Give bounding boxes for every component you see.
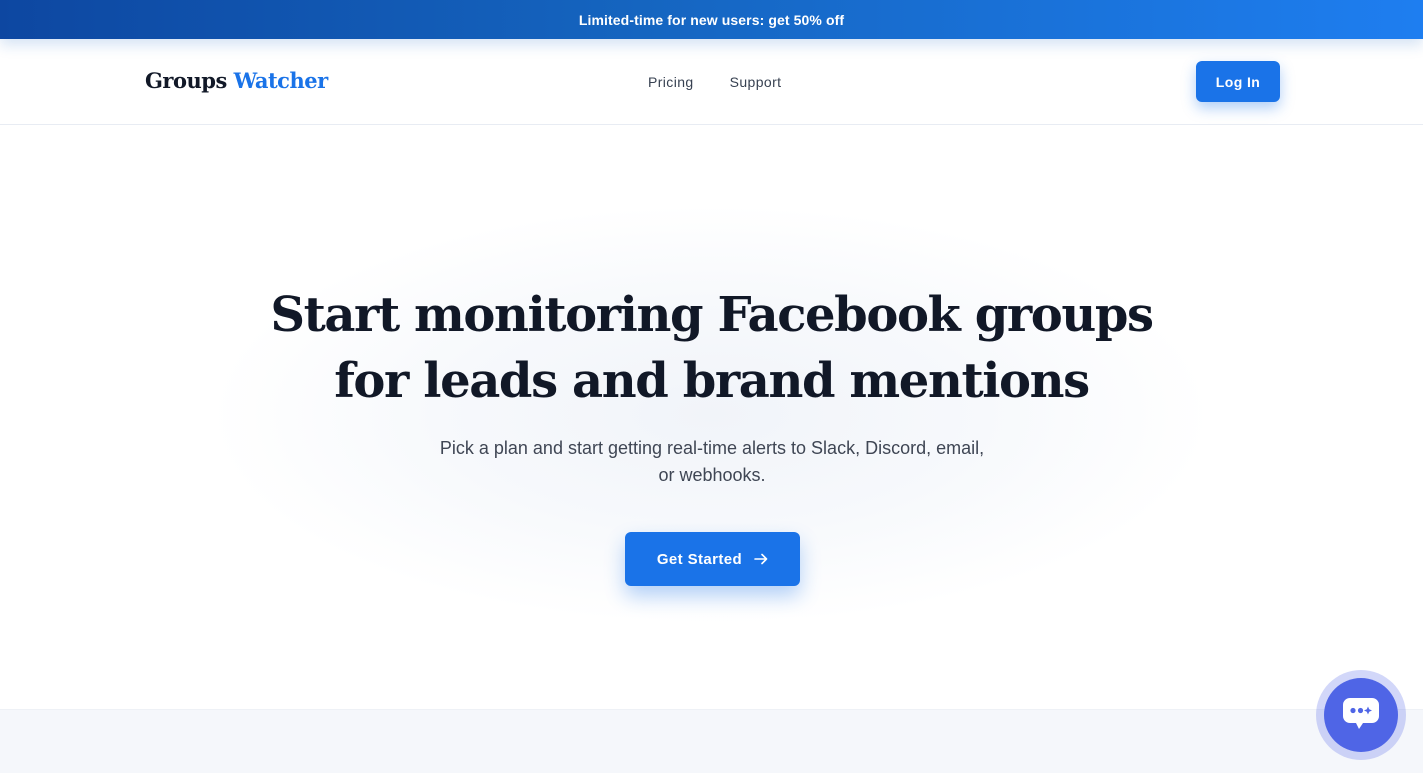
chat-bubble-icon <box>1339 691 1383 740</box>
promo-banner: Limited-time for new users: get 50% off <box>0 0 1423 39</box>
top-navbar: Groups Watcher Pricing Support Log In <box>0 39 1423 125</box>
chat-widget-inner <box>1324 678 1398 752</box>
hero-title: Start monitoring Facebook groups for lea… <box>0 282 1423 414</box>
hero-title-line-2: for leads and brand mentions <box>334 353 1090 409</box>
logo-text-groups: Groups <box>145 68 227 93</box>
logo[interactable]: Groups Watcher <box>145 68 328 93</box>
hero-title-line-1: Start monitoring Facebook groups <box>270 287 1154 343</box>
get-started-button[interactable]: Get Started <box>625 532 800 586</box>
next-section <box>0 709 1423 773</box>
get-started-label: Get Started <box>656 550 743 568</box>
arrow-right-icon <box>754 552 768 566</box>
promo-text: Limited-time for new users: get 50% off <box>578 11 845 28</box>
hero-subtitle: Pick a plan and start getting real-time … <box>439 438 985 485</box>
logo-text-watcher: Watcher <box>233 68 329 93</box>
nav-link-pricing[interactable]: Pricing <box>648 74 694 90</box>
chat-widget-button[interactable] <box>1316 670 1406 760</box>
hero-section: Start monitoring Facebook groups for lea… <box>0 125 1423 709</box>
nav-links: Pricing Support <box>648 74 781 90</box>
nav-link-support[interactable]: Support <box>730 74 782 90</box>
login-button[interactable]: Log In <box>1196 61 1280 102</box>
